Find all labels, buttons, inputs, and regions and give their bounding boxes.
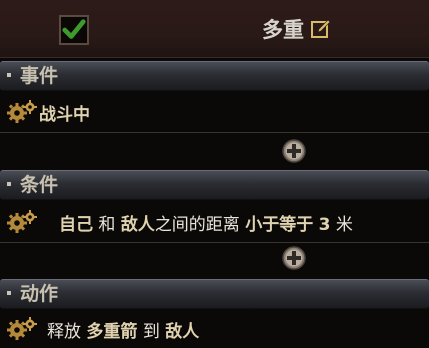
action-row[interactable]: 释放 多重箭 到 敌人	[0, 310, 429, 348]
condition-subject[interactable]: 自己	[59, 215, 93, 235]
action-to: 到	[142, 321, 160, 342]
add-circle-icon	[282, 246, 306, 270]
action-target[interactable]: 敌人	[165, 322, 199, 342]
condition-and: 和	[98, 214, 116, 235]
section-label-condition: 条件	[20, 174, 59, 196]
condition-value[interactable]: 3	[319, 215, 331, 235]
condition-operator[interactable]: 小于等于	[245, 215, 313, 235]
strategy-title: 多重	[262, 14, 332, 44]
condition-unit: 米	[335, 214, 353, 235]
event-row[interactable]: 战斗中	[0, 93, 429, 131]
header-bar: 多重	[0, 0, 429, 58]
section-bullet	[7, 73, 11, 77]
section-label-event: 事件	[20, 65, 59, 87]
add-condition-button[interactable]	[281, 245, 307, 271]
enabled-checkbox[interactable]	[59, 15, 89, 45]
gears-icon	[5, 209, 39, 235]
gears-icon	[5, 316, 39, 342]
condition-measure: 之间的距离	[154, 214, 240, 235]
divider	[0, 132, 429, 133]
strategy-name: 多重	[262, 18, 304, 42]
action-skill[interactable]: 多重箭	[86, 322, 137, 342]
gears-icon	[5, 99, 39, 125]
divider	[0, 242, 429, 243]
section-header-action[interactable]: 动作	[0, 279, 429, 309]
section-header-event[interactable]: 事件	[0, 61, 429, 91]
checkmark-icon	[62, 19, 86, 39]
section-header-condition[interactable]: 条件	[0, 170, 429, 200]
action-verb: 释放	[47, 321, 81, 342]
add-event-button[interactable]	[281, 138, 307, 164]
condition-target[interactable]: 敌人	[121, 215, 155, 235]
section-label-action: 动作	[20, 283, 59, 305]
edit-icon[interactable]	[310, 18, 332, 40]
section-bullet	[7, 291, 11, 295]
condition-row[interactable]: 自己 和 敌人之间的距离 小于等于 3 米	[0, 203, 429, 241]
add-circle-icon	[282, 139, 306, 163]
event-text: 战斗中	[39, 104, 90, 125]
section-bullet	[7, 182, 11, 186]
